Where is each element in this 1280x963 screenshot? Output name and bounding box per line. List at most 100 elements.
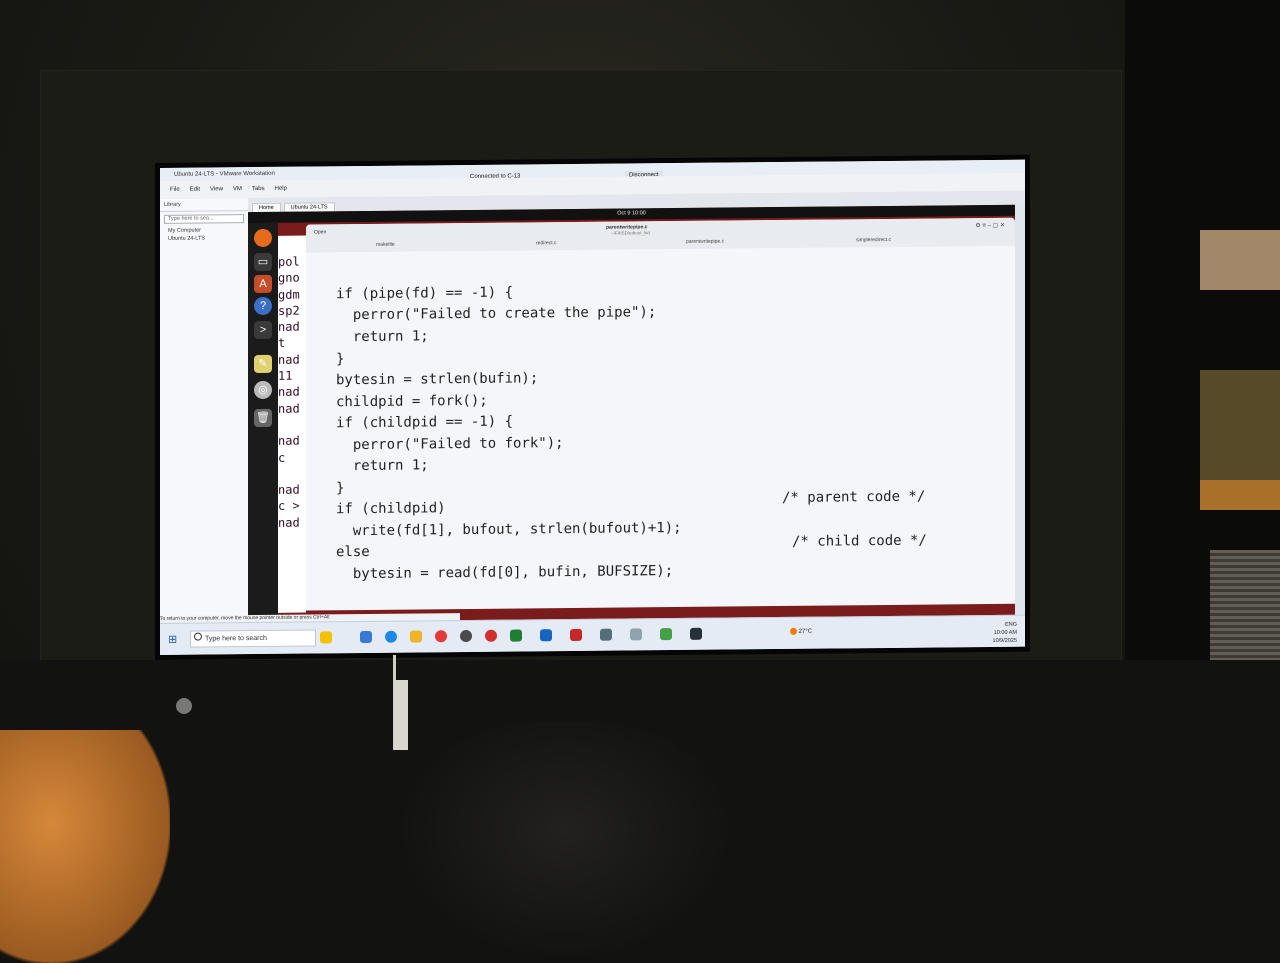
code-line: write(fd[1], bufout, strlen(bufout)+1); [336, 519, 682, 540]
menu-file[interactable]: File [170, 187, 180, 193]
file-explorer-icon[interactable] [410, 630, 422, 643]
code-view[interactable]: if (pipe(fd) == -1) { perror("Failed to … [336, 248, 1015, 611]
ubuntu-dock: ▭ A ? > ✎ ◎ 🗑 [248, 222, 278, 624]
disc-icon[interactable]: ◎ [254, 380, 272, 400]
terminal-line: nad [278, 515, 300, 530]
monitor-display: Ubuntu 24-LTS - VMware Workstation Conne… [160, 159, 1025, 655]
menu-edit[interactable]: Edit [190, 187, 200, 193]
tab-simpleredirect[interactable]: simpleredirect.c [856, 237, 891, 243]
app-icon[interactable] [485, 629, 497, 642]
terminal-line: sp2 [278, 303, 300, 318]
code-line: else [336, 543, 370, 561]
time: 10:00 AM [993, 629, 1017, 636]
terminal-line: nad [278, 352, 300, 367]
date: 10/9/2025 [992, 637, 1017, 644]
window-light [1200, 230, 1280, 290]
ubuntu-clock: Oct 9 10:00 [617, 210, 646, 217]
text-editor-window: Open parentwritepipe.c ~/FAISD/edtool_ln… [306, 217, 1015, 611]
code-line: if (pipe(fd) == -1) { [336, 284, 514, 303]
help-icon[interactable]: ? [254, 296, 272, 316]
trash-icon[interactable]: 🗑 [254, 408, 272, 428]
wall-knob [176, 698, 192, 714]
code-line: perror("Failed to create the pipe"); [336, 304, 657, 324]
acrobat-icon[interactable] [570, 628, 582, 642]
vmware-library-panel: Library Type here to sea... My Computer … [160, 198, 249, 624]
window-light [1200, 480, 1280, 510]
terminal-line: gdm [278, 287, 300, 302]
terminal-line: c > [278, 499, 300, 514]
search-icon [194, 632, 202, 641]
menu-tabs[interactable]: Tabs [252, 186, 265, 192]
tab-parentwritepipe[interactable]: parentwritepipe.c [686, 239, 724, 245]
excel-icon[interactable] [510, 629, 522, 642]
taskbar-search-input[interactable]: Type here to search [190, 629, 316, 648]
weather-widget[interactable]: 27°C [790, 627, 813, 635]
menu-help[interactable]: Help [275, 186, 287, 192]
library-item-ubuntu[interactable]: Ubuntu 24-LTS [160, 234, 248, 243]
code-line: bytesin = read(fd[0], bufin, BUFSIZE); [336, 563, 674, 583]
open-button[interactable]: Open [314, 229, 326, 235]
software-icon[interactable]: A [254, 274, 272, 294]
firefox-icon[interactable] [254, 228, 272, 248]
tab-makefile[interactable]: makefile [376, 242, 395, 248]
code-line: if (childpid) [336, 500, 446, 518]
copilot-icon[interactable] [320, 631, 332, 644]
menu-vm[interactable]: VM [233, 186, 242, 192]
vmware-window-title: Ubuntu 24-LTS - VMware Workstation [174, 170, 275, 178]
terminal-line: gno [278, 270, 300, 286]
files-icon[interactable]: ▭ [254, 252, 272, 272]
tv-screen: Ubuntu 24-LTS - VMware Workstation Conne… [155, 154, 1030, 660]
code-line: } [336, 351, 345, 368]
terminal-window[interactable]: pol gno gdm sp2 nad t nad 11 nad nad nad… [278, 235, 306, 613]
person-head [395, 722, 735, 963]
library-heading: Library [160, 198, 248, 212]
terminal-line: nad [278, 433, 300, 449]
temperature: 27°C [798, 628, 813, 635]
library-search-input[interactable]: Type here to sea... [164, 214, 244, 224]
chrome-icon[interactable] [435, 630, 447, 643]
app-icon[interactable] [540, 629, 552, 642]
code-line: return 1; [336, 457, 429, 475]
tab-ubuntu[interactable]: Ubuntu 24-LTS [283, 202, 335, 212]
terminal-line: nad [278, 401, 300, 416]
ubuntu-desktop: Oct 9 10:00 ▭ A ? > ✎ ◎ 🗑 pol gno gdm sp… [248, 204, 1015, 624]
windows-start-icon[interactable]: ⊞ [168, 633, 177, 646]
code-line: perror("Failed to fork"); [336, 435, 564, 454]
terminal-line: t [278, 336, 286, 351]
photos-icon[interactable] [660, 628, 672, 641]
editor-header: Open parentwritepipe.c ~/FAISD/edtool_ln… [306, 217, 1015, 253]
person-left [0, 730, 170, 963]
terminal-line: nad [278, 384, 300, 400]
code-comment: /* parent code */ [782, 488, 926, 506]
menu-view[interactable]: View [210, 186, 223, 192]
language-indicator: ENG [1005, 621, 1017, 628]
terminal-line: 11 [278, 368, 293, 383]
sun-icon [790, 627, 797, 635]
app-icon[interactable] [630, 628, 642, 641]
cable-plug [394, 680, 408, 750]
editor-path: ~/FAISD/edtool_lnd [611, 230, 650, 236]
task-view-icon[interactable] [360, 630, 372, 644]
tab-home[interactable]: Home [252, 202, 281, 213]
terminal-line: c [278, 450, 286, 465]
code-line: return 1; [336, 328, 429, 346]
app-icon[interactable] [460, 629, 472, 643]
terminal-line: pol [278, 254, 300, 269]
code-comment: /* child code */ [792, 532, 927, 550]
terminal-line: nad [278, 482, 300, 497]
tab-redirect[interactable]: redirect.c [536, 240, 557, 246]
app-icon[interactable] [690, 627, 702, 640]
code-line: childpid = fork(); [336, 392, 488, 411]
window-light [1200, 370, 1280, 480]
terminal-icon[interactable]: > [254, 320, 272, 340]
system-clock[interactable]: ENG 10:00 AM 10/9/2025 [993, 621, 1017, 645]
code-line: bytesin = strlen(bufin); [336, 370, 539, 389]
window-controls[interactable]: ⚙ ≡ – ▢ ✕ [975, 222, 1005, 229]
text-editor-icon[interactable]: ✎ [254, 354, 272, 374]
edge-icon[interactable] [385, 630, 397, 643]
vmware-icon[interactable] [600, 628, 612, 641]
code-line: if (childpid == -1) { [336, 413, 514, 432]
terminal-line: nad [278, 319, 300, 335]
